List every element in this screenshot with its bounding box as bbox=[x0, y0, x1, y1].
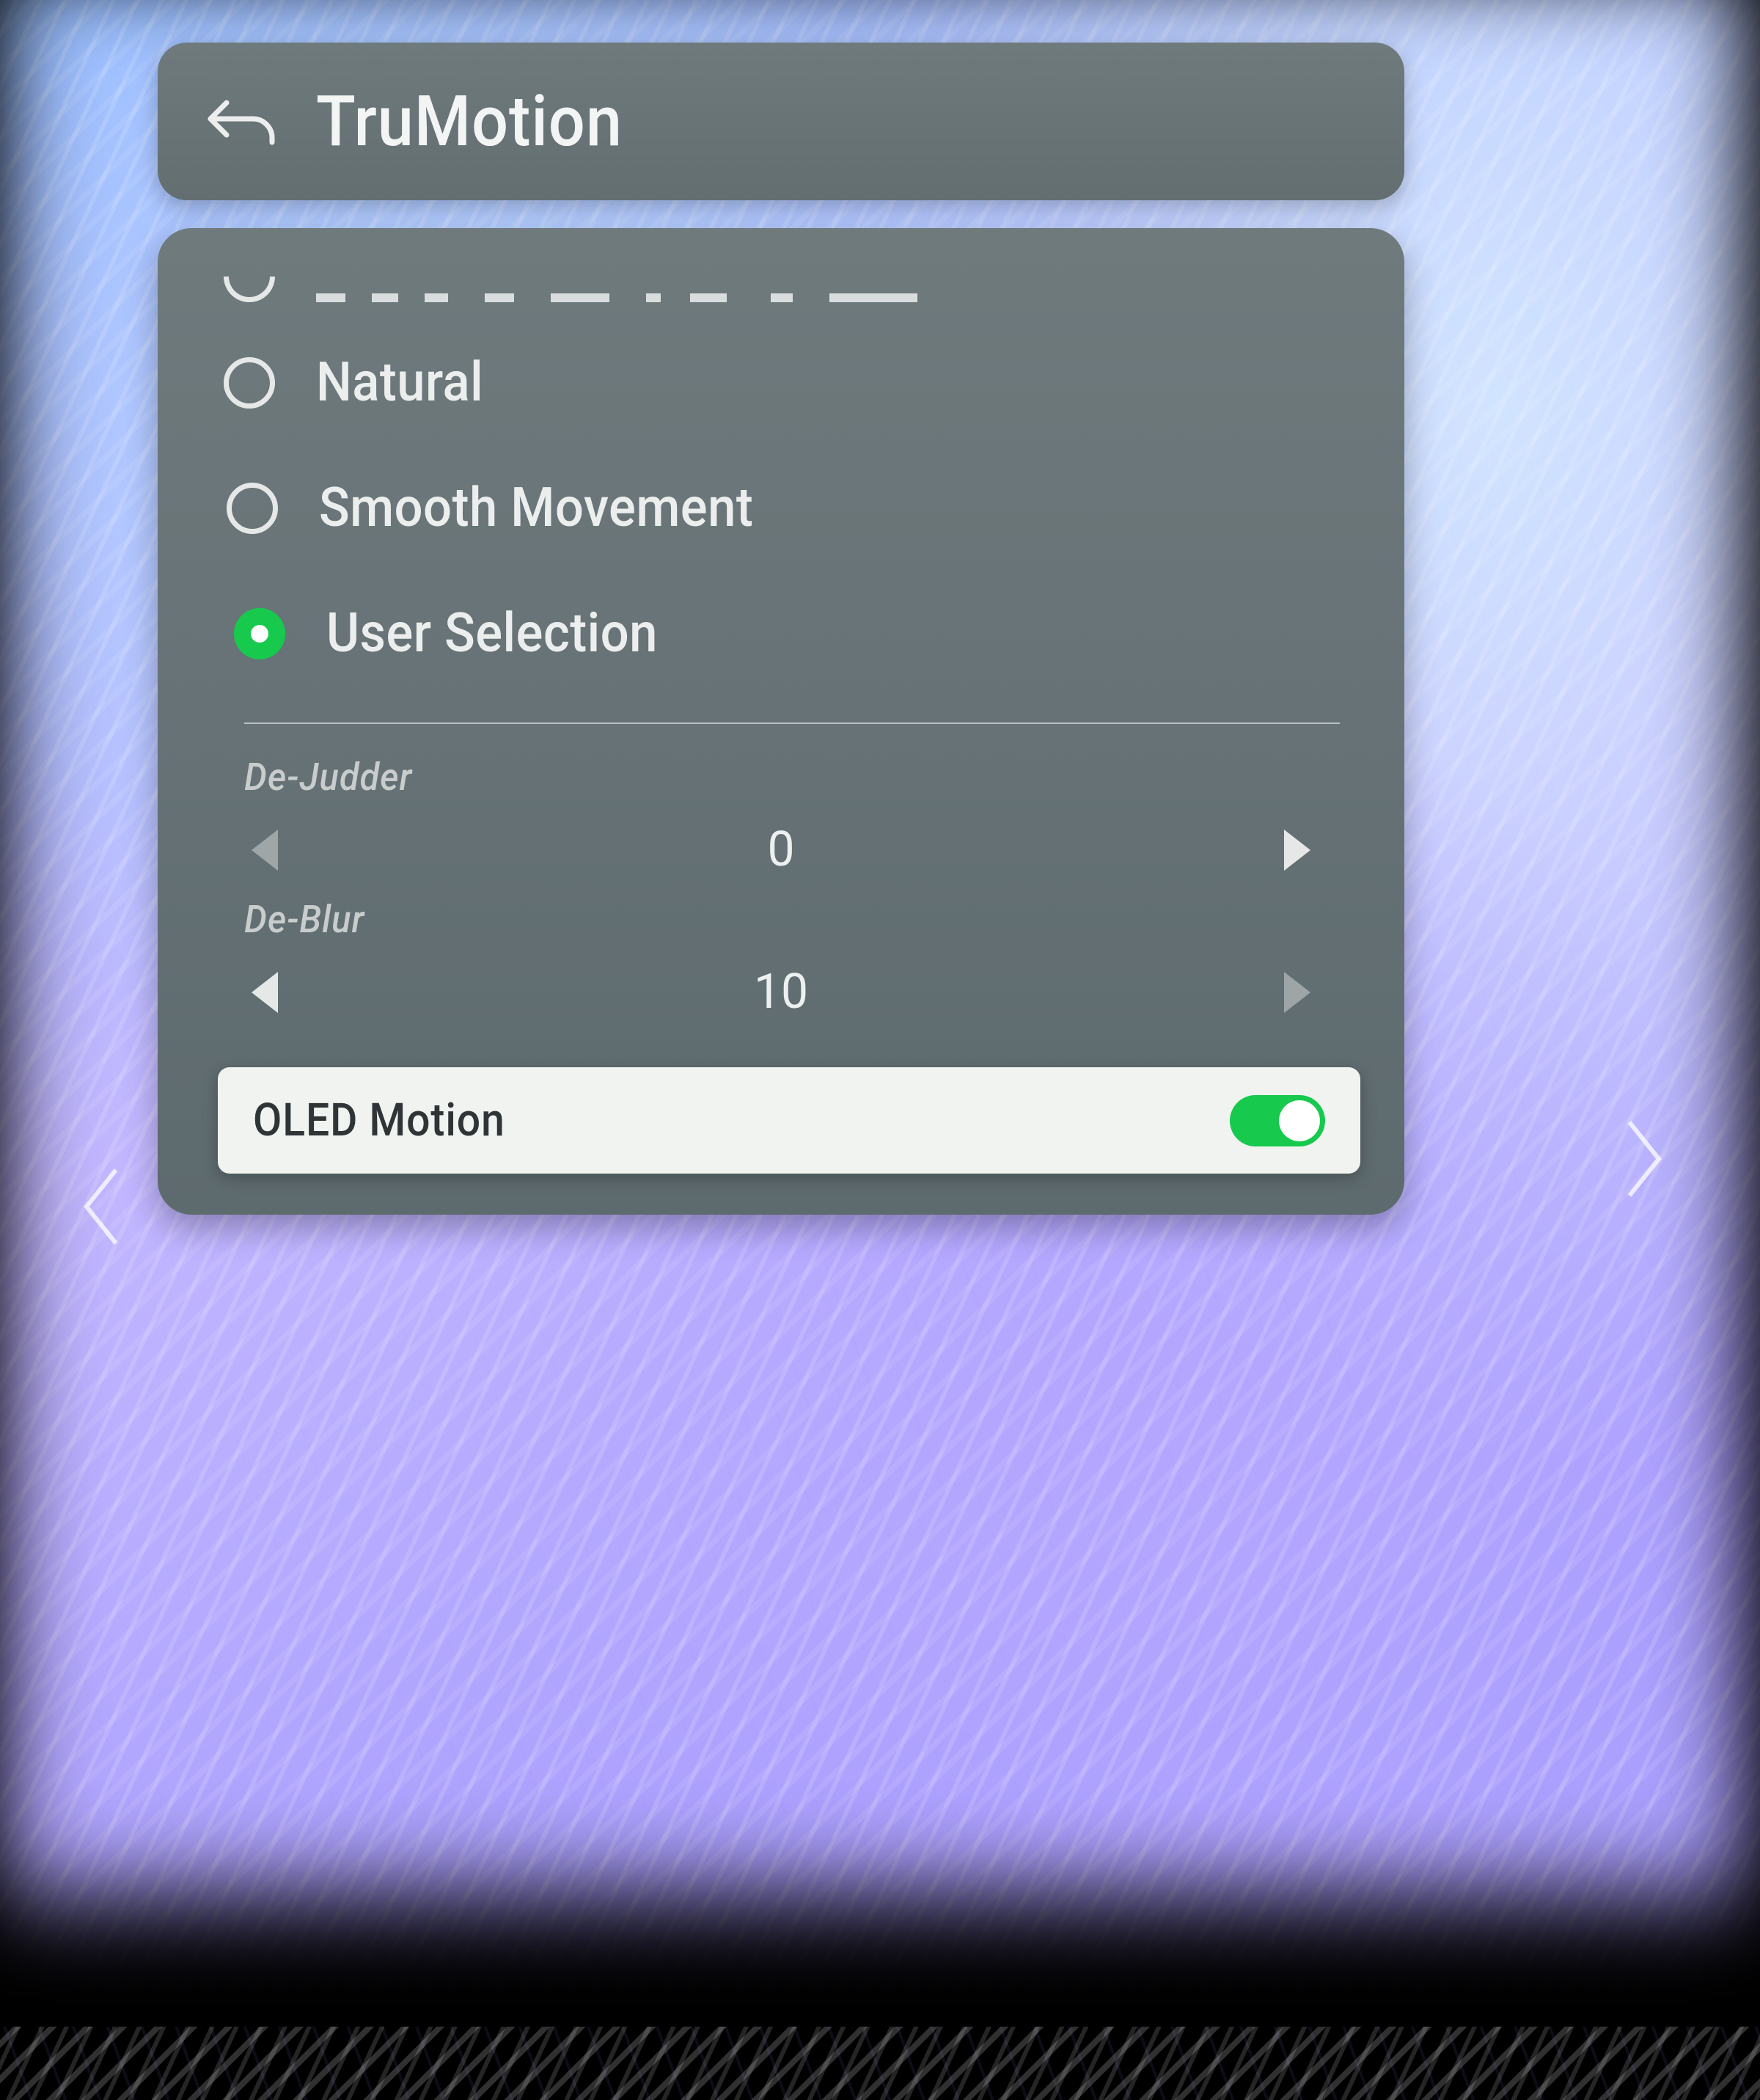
radio-label: User Selection bbox=[326, 601, 658, 665]
slider-label: De-Blur bbox=[244, 897, 1253, 942]
oled-motion-label: OLED Motion bbox=[253, 1094, 505, 1147]
radio-icon bbox=[224, 357, 275, 409]
radio-label: Natural bbox=[316, 351, 483, 414]
oled-motion-row[interactable]: OLED Motion bbox=[218, 1067, 1360, 1174]
radio-label: Smooth Movement bbox=[319, 476, 753, 540]
radio-icon-selected bbox=[234, 608, 285, 659]
radio-option-natural[interactable]: Natural bbox=[158, 320, 1404, 445]
page-next-chevron[interactable] bbox=[1615, 1115, 1673, 1203]
slider-deblur: De-Blur 10 bbox=[158, 884, 1404, 1026]
slider-label: De-Judder bbox=[244, 755, 1253, 800]
oled-motion-toggle[interactable] bbox=[1230, 1095, 1325, 1146]
back-icon[interactable] bbox=[202, 89, 282, 154]
header: TruMotion bbox=[158, 43, 1404, 200]
increment-button[interactable] bbox=[1284, 972, 1310, 1013]
settings-card: Natural Smooth Movement User Selection D… bbox=[158, 228, 1404, 1215]
decrement-button[interactable] bbox=[252, 972, 278, 1013]
settings-pane: TruMotion Natural Smooth Movement User S… bbox=[158, 43, 1404, 1215]
slider-value: 10 bbox=[754, 964, 808, 1020]
slider-value: 0 bbox=[767, 822, 794, 878]
slider-dejudder: De-Judder 0 bbox=[158, 734, 1404, 884]
partial-prev-option bbox=[224, 232, 1338, 302]
page-title: TruMotion bbox=[316, 81, 623, 163]
divider bbox=[244, 722, 1340, 724]
page-prev-chevron[interactable] bbox=[72, 1163, 131, 1251]
radio-option-user-selection[interactable]: User Selection bbox=[158, 571, 1404, 696]
increment-button[interactable] bbox=[1284, 830, 1310, 871]
decrement-button[interactable] bbox=[252, 830, 278, 871]
radio-icon bbox=[227, 483, 278, 534]
radio-option-smooth-movement[interactable]: Smooth Movement bbox=[158, 445, 1404, 571]
